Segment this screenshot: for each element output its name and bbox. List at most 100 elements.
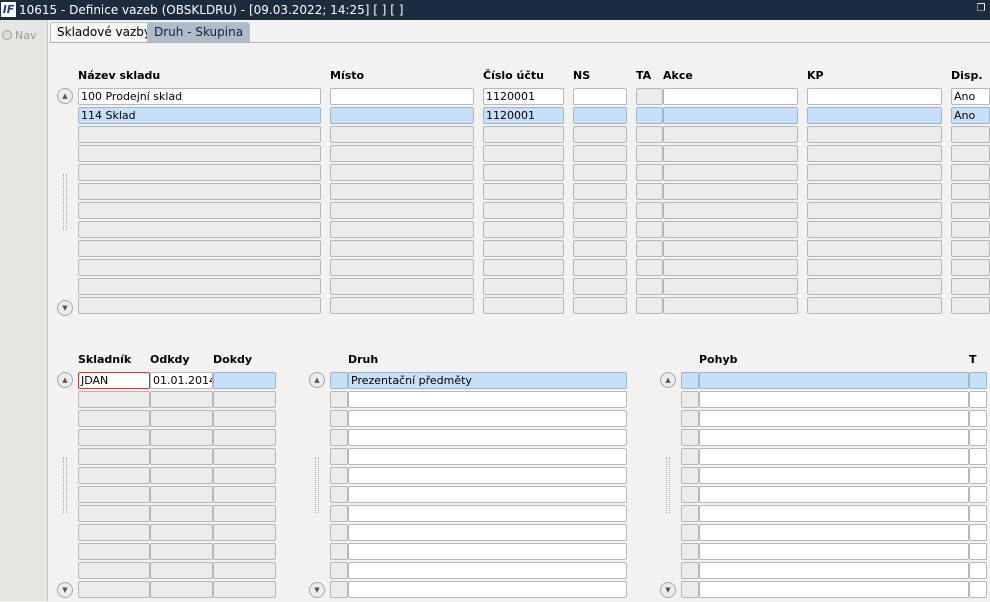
druh-field[interactable]	[348, 429, 627, 446]
misto-field[interactable]	[330, 88, 474, 105]
pohyb-field[interactable]	[699, 543, 969, 560]
pohyb-selector[interactable]	[681, 486, 699, 503]
misto-field[interactable]	[330, 126, 474, 143]
akce-field[interactable]	[663, 240, 798, 257]
nazev-skladu-field[interactable]	[78, 240, 321, 257]
dokdy-field[interactable]	[213, 467, 276, 484]
scroll-up-icon[interactable]: ▲	[57, 88, 73, 104]
akce-field[interactable]	[663, 107, 798, 124]
disp-field[interactable]: Ano	[951, 88, 990, 105]
druh-selector[interactable]	[330, 391, 348, 408]
druh-selector[interactable]	[330, 562, 348, 579]
pohyb-field[interactable]	[699, 486, 969, 503]
druh-field[interactable]	[348, 581, 627, 598]
akce-field[interactable]	[663, 88, 798, 105]
cislo-uctu-field[interactable]	[483, 278, 564, 295]
akce-field[interactable]	[663, 145, 798, 162]
nazev-skladu-field[interactable]	[78, 164, 321, 181]
druh-field[interactable]	[348, 486, 627, 503]
scroll-thumb[interactable]	[315, 457, 319, 513]
cislo-uctu-field[interactable]: 1120001	[483, 107, 564, 124]
dokdy-field[interactable]	[213, 505, 276, 522]
t-field[interactable]	[969, 486, 987, 503]
pohyb-selector[interactable]	[681, 372, 699, 389]
skladnik-field[interactable]	[78, 562, 150, 579]
nazev-skladu-field[interactable]	[78, 183, 321, 200]
druh-selector[interactable]	[330, 505, 348, 522]
misto-field[interactable]	[330, 221, 474, 238]
disp-field[interactable]	[951, 126, 990, 143]
druh-selector[interactable]	[330, 410, 348, 427]
dokdy-field[interactable]	[213, 391, 276, 408]
druh-field[interactable]	[348, 543, 627, 560]
nazev-skladu-field[interactable]	[78, 278, 321, 295]
druh-selector[interactable]	[330, 467, 348, 484]
kp-field[interactable]	[807, 259, 942, 276]
pohyb-field[interactable]	[699, 524, 969, 541]
druh-field[interactable]	[348, 562, 627, 579]
pohyb-field[interactable]	[699, 410, 969, 427]
disp-field[interactable]	[951, 183, 990, 200]
misto-field[interactable]	[330, 107, 474, 124]
kp-field[interactable]	[807, 126, 942, 143]
pohyb-field[interactable]	[699, 372, 969, 389]
scroll-thumb[interactable]	[666, 457, 670, 513]
ta-field[interactable]	[636, 164, 663, 181]
druh-selector[interactable]	[330, 486, 348, 503]
druh-field[interactable]	[348, 391, 627, 408]
druh-selector[interactable]	[330, 581, 348, 598]
cislo-uctu-field[interactable]	[483, 259, 564, 276]
odkdy-field[interactable]	[150, 486, 213, 503]
nazev-skladu-field[interactable]	[78, 126, 321, 143]
pohyb-selector[interactable]	[681, 467, 699, 484]
dokdy-field[interactable]	[213, 562, 276, 579]
odkdy-field[interactable]	[150, 543, 213, 560]
odkdy-field[interactable]	[150, 391, 213, 408]
pohyb-selector[interactable]	[681, 581, 699, 598]
scroll-up-icon[interactable]: ▲	[660, 372, 676, 388]
cislo-uctu-field[interactable]	[483, 145, 564, 162]
nav-button[interactable]: Nav	[2, 29, 36, 42]
pohyb-field[interactable]	[699, 391, 969, 408]
odkdy-field[interactable]	[150, 524, 213, 541]
dokdy-field[interactable]	[213, 410, 276, 427]
disp-field[interactable]	[951, 145, 990, 162]
t-field[interactable]	[969, 543, 987, 560]
odkdy-field[interactable]	[150, 581, 213, 598]
nazev-skladu-field[interactable]: 114 Sklad	[78, 107, 321, 124]
cislo-uctu-field[interactable]	[483, 240, 564, 257]
kp-field[interactable]	[807, 164, 942, 181]
ns-field[interactable]	[573, 107, 627, 124]
misto-field[interactable]	[330, 145, 474, 162]
misto-field[interactable]	[330, 202, 474, 219]
restore-icon[interactable]: ❐	[975, 3, 987, 15]
t-field[interactable]	[969, 448, 987, 465]
cislo-uctu-field[interactable]	[483, 297, 564, 314]
kp-field[interactable]	[807, 221, 942, 238]
disp-field[interactable]	[951, 240, 990, 257]
scroll-down-icon[interactable]: ▼	[660, 582, 676, 598]
scroll-down-icon[interactable]: ▼	[57, 582, 73, 598]
kp-field[interactable]	[807, 278, 942, 295]
odkdy-field[interactable]	[150, 562, 213, 579]
cislo-uctu-field[interactable]	[483, 126, 564, 143]
ta-field[interactable]	[636, 88, 663, 105]
t-field[interactable]	[969, 581, 987, 598]
pohyb-selector[interactable]	[681, 448, 699, 465]
skladnik-field[interactable]: JDAN	[78, 372, 150, 389]
pohyb-field[interactable]	[699, 562, 969, 579]
skladnik-field[interactable]	[78, 410, 150, 427]
tab-skladove-vazby[interactable]: Skladové vazby	[50, 22, 158, 42]
skladnici-scrollbar[interactable]: ▲ ▼	[57, 372, 73, 598]
misto-field[interactable]	[330, 183, 474, 200]
akce-field[interactable]	[663, 297, 798, 314]
druh-field[interactable]: Prezentační předměty	[348, 372, 627, 389]
ns-field[interactable]	[573, 183, 627, 200]
pohyb-selector[interactable]	[681, 562, 699, 579]
odkdy-field[interactable]	[150, 429, 213, 446]
odkdy-field[interactable]: 01.01.2014	[150, 372, 213, 389]
t-field[interactable]	[969, 410, 987, 427]
ta-field[interactable]	[636, 221, 663, 238]
skladnik-field[interactable]	[78, 505, 150, 522]
scroll-thumb[interactable]	[63, 457, 67, 513]
